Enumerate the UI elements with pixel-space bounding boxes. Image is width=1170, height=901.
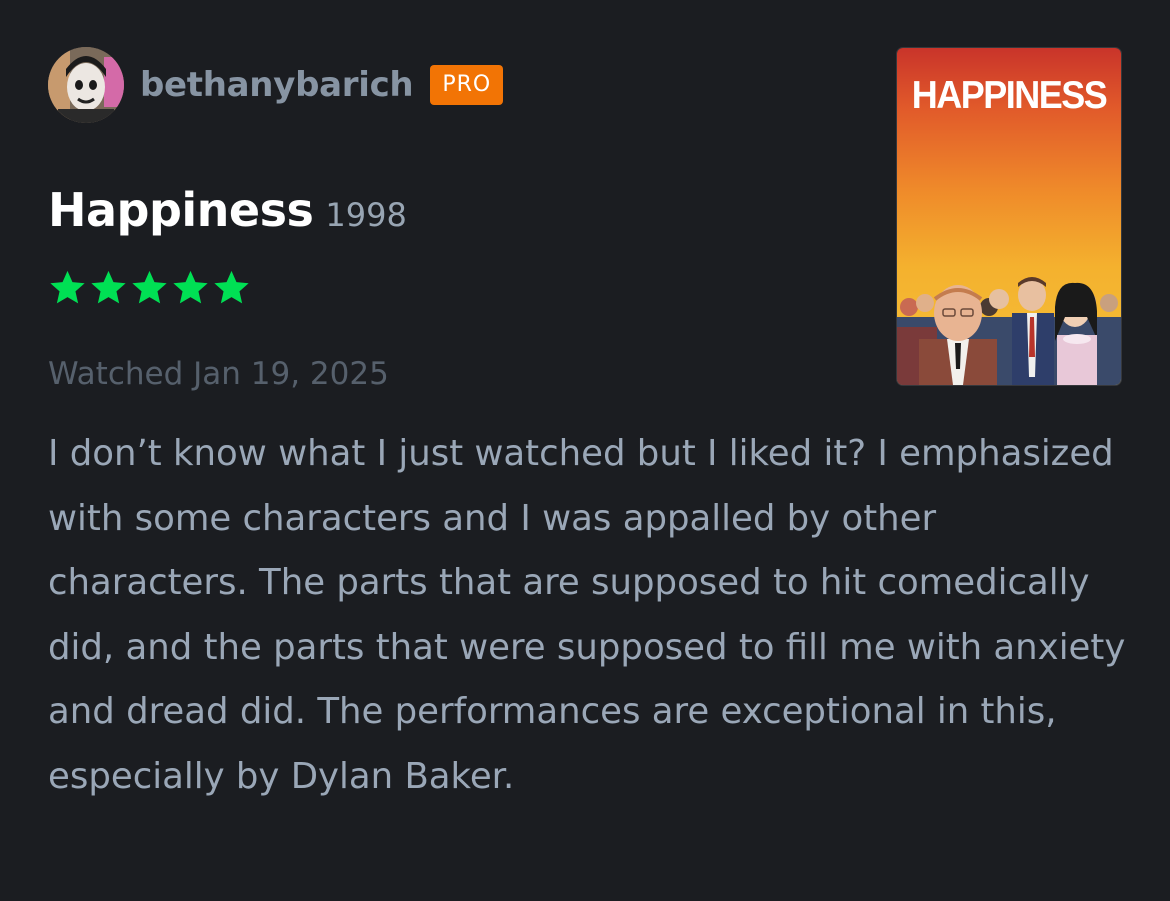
pro-badge: PRO (430, 65, 504, 105)
poster-title: HAPPINESS (911, 72, 1108, 117)
review-text: I don’t know what I just watched but I l… (48, 433, 1126, 797)
film-poster[interactable]: HAPPINESS (897, 48, 1121, 385)
avatar[interactable] (48, 47, 124, 123)
film-year[interactable]: 1998 (325, 196, 406, 234)
poster-illustration (897, 277, 1121, 385)
star-icon (173, 270, 208, 304)
star-rating (48, 268, 251, 307)
watched-date: Watched Jan 19, 2025 (48, 356, 389, 392)
star-icon (91, 270, 126, 304)
username[interactable]: bethanybarich (140, 65, 414, 105)
star-icon (50, 270, 85, 304)
film-title[interactable]: Happiness (48, 183, 314, 237)
star-icon (214, 270, 249, 304)
star-icon (132, 270, 167, 304)
review-header: bethanybarich PRO (48, 47, 504, 123)
film-heading: Happiness 1998 (48, 183, 407, 237)
